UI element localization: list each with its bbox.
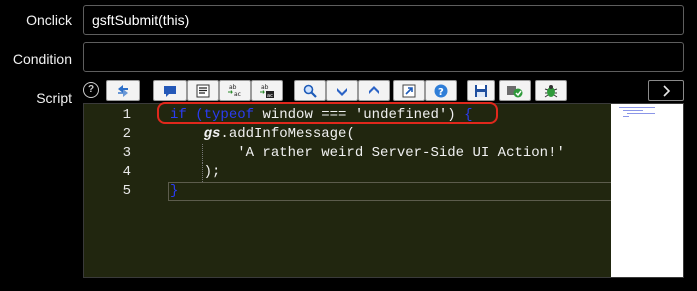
help-button[interactable]: ? <box>425 80 457 101</box>
help-icon: ? <box>433 83 449 99</box>
comment-icon <box>162 83 178 99</box>
condition-input[interactable] <box>83 42 684 72</box>
svg-text:ac: ac <box>234 91 241 98</box>
line-number: 1 <box>122 107 131 123</box>
search-icon <box>302 83 318 99</box>
replace-all-icon: ab ac <box>258 83 276 99</box>
toggle-syntax-editor-button[interactable] <box>106 80 140 101</box>
replace-icon: ab ac <box>226 83 244 99</box>
script-debugger-button[interactable] <box>499 80 531 101</box>
brace-token: } <box>170 183 179 199</box>
minimap-line <box>623 116 629 117</box>
bug-icon <box>543 83 559 99</box>
format-code-button[interactable] <box>187 80 219 101</box>
svg-text:?: ? <box>438 87 444 98</box>
string-token: 'A rather weird Server-Side UI Action!' <box>237 145 565 161</box>
full-screen-button[interactable] <box>393 80 425 101</box>
active-line-indicator <box>168 182 613 201</box>
expand-arrow-icon <box>401 83 417 99</box>
line-number-gutter: 1 2 3 4 5 <box>84 104 159 277</box>
svg-text:ab: ab <box>229 84 237 91</box>
minimap-line <box>619 107 655 108</box>
format-icon <box>195 83 211 99</box>
code-line-3[interactable]: 'A rather weird Server-Side UI Action!' <box>170 144 565 163</box>
unfold-code-button[interactable] <box>358 80 390 101</box>
chevron-right-icon <box>660 84 672 98</box>
chevron-down-icon <box>334 83 350 99</box>
line-number: 4 <box>122 164 131 180</box>
chevron-up-icon <box>366 83 382 99</box>
condition-label: Condition <box>12 51 72 67</box>
minimap-line <box>627 113 655 114</box>
annotation-highlight <box>157 102 498 124</box>
insert-comment-button[interactable] <box>153 80 187 101</box>
object-token: gs <box>203 126 221 142</box>
line-number: 5 <box>122 183 131 199</box>
field-help-icon[interactable]: ? <box>83 82 99 98</box>
script-editor[interactable]: 1 2 3 4 5 if (typeof window === 'undefin… <box>83 103 684 278</box>
debugger-icon <box>506 83 524 99</box>
replace-button[interactable]: ab ac <box>219 80 251 101</box>
onclick-label: Onclick <box>26 12 72 28</box>
code-line-2[interactable]: gs.addInfoMessage( <box>170 125 355 144</box>
save-button[interactable] <box>467 80 495 101</box>
line-number: 3 <box>122 145 131 161</box>
replace-all-button[interactable]: ab ac <box>251 80 283 101</box>
expand-panel-button[interactable] <box>648 80 684 101</box>
code-line-5[interactable]: } <box>170 182 178 201</box>
svg-text:ab: ab <box>261 84 269 91</box>
toggle-editor-icon <box>115 83 131 99</box>
code-token: ); <box>203 164 221 180</box>
svg-text:ac: ac <box>267 93 273 99</box>
search-button[interactable] <box>294 80 326 101</box>
code-line-4[interactable]: ); <box>170 163 221 182</box>
save-icon <box>473 83 489 99</box>
line-number: 2 <box>122 126 131 142</box>
onclick-input[interactable]: gsftSubmit(this) <box>83 5 684 35</box>
code-token: .addInfoMessage( <box>220 126 355 142</box>
fold-code-button[interactable] <box>326 80 358 101</box>
code-minimap[interactable] <box>611 104 683 277</box>
minimap-line <box>623 110 643 111</box>
script-check-button[interactable] <box>535 80 567 101</box>
script-label: Script <box>36 90 72 106</box>
